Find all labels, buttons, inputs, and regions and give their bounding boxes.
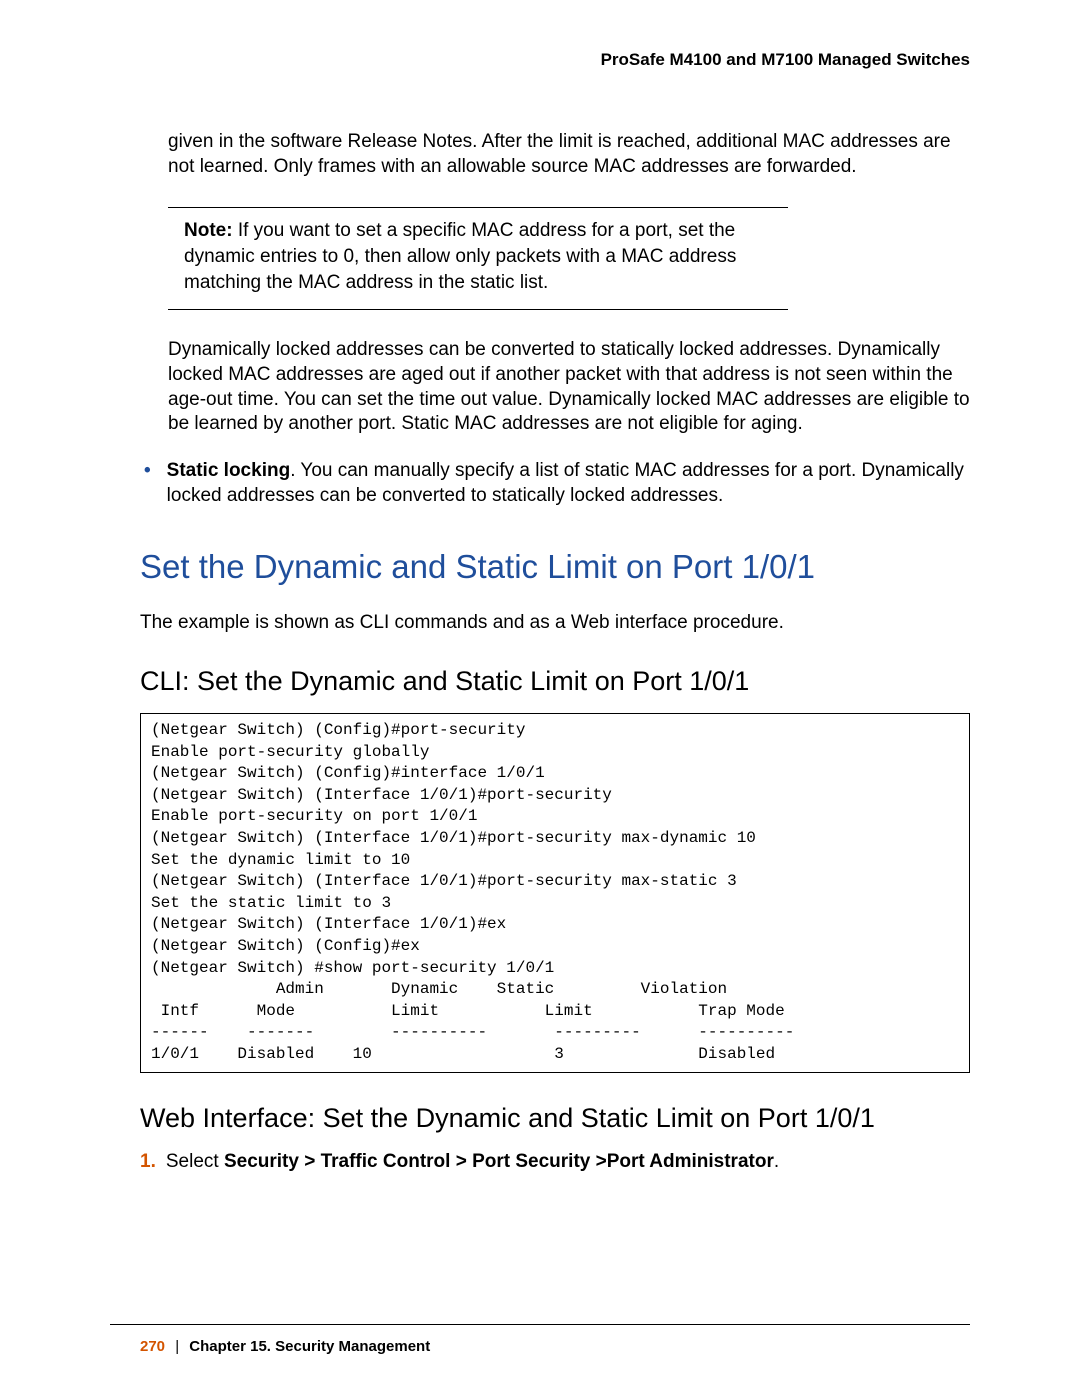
paragraph-continuation: given in the software Release Notes. Aft… — [168, 130, 970, 179]
heading-2-cli: CLI: Set the Dynamic and Static Limit on… — [140, 666, 970, 697]
page: ProSafe M4100 and M7100 Managed Switches… — [0, 0, 1080, 1397]
heading-2-web: Web Interface: Set the Dynamic and Stati… — [140, 1103, 970, 1134]
bullet-marker: • — [144, 459, 151, 508]
cli-output-box: (Netgear Switch) (Config)#port-security … — [140, 713, 970, 1073]
step-bold: Security > Traffic Control > Port Securi… — [224, 1151, 774, 1172]
note-content: Note: If you want to set a specific MAC … — [168, 208, 788, 309]
intro-paragraph: The example is shown as CLI commands and… — [140, 611, 970, 636]
note-label: Note: — [184, 220, 233, 241]
page-number: 270 — [140, 1338, 165, 1355]
footer-separator: | — [175, 1338, 179, 1355]
bullet-lead: Static locking — [167, 460, 291, 481]
bullet-static-locking: • Static locking. You can manually speci… — [140, 459, 970, 508]
step-1: 1. Select Security > Traffic Control > P… — [140, 1150, 970, 1175]
running-header: ProSafe M4100 and M7100 Managed Switches — [140, 50, 970, 70]
step-pre: Select — [166, 1151, 224, 1172]
paragraph-dynamic-lock: Dynamically locked addresses can be conv… — [168, 338, 970, 437]
footer: 270 | Chapter 15. Security Management — [140, 1338, 430, 1355]
note-rule-bottom — [168, 309, 788, 310]
step-post: . — [774, 1151, 779, 1172]
footer-rule — [110, 1324, 970, 1325]
note-text: If you want to set a specific MAC addres… — [184, 220, 736, 292]
bullet-text: Static locking. You can manually specify… — [167, 459, 970, 508]
step-text: Select Security > Traffic Control > Port… — [166, 1150, 779, 1175]
chapter-title: Chapter 15. Security Management — [189, 1338, 430, 1355]
heading-1: Set the Dynamic and Static Limit on Port… — [140, 548, 970, 586]
note-block: Note: If you want to set a specific MAC … — [168, 207, 788, 310]
step-number: 1. — [140, 1150, 156, 1175]
